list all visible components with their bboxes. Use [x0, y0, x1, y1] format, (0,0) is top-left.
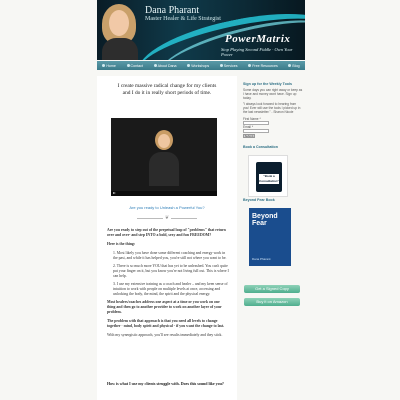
- header-subtitle: Master Healer & Life Strategist: [145, 16, 221, 22]
- nav-item-blog[interactable]: Blog: [288, 64, 300, 68]
- main-content: I create massive radical change for my c…: [97, 76, 237, 400]
- amazon-button[interactable]: Buy it on Amazon: [244, 298, 300, 306]
- first-name-label: First Name *: [243, 117, 261, 121]
- intro-video[interactable]: [111, 118, 217, 196]
- consult-label: "Book a Consultation": [259, 174, 279, 184]
- thing-heading: Here is the thing:: [107, 242, 136, 246]
- blog-icon: [288, 64, 292, 67]
- paragraph: With my synergistic approach, you'll see…: [107, 333, 223, 337]
- book-consultation-banner[interactable]: "Book a Consultation": [248, 155, 288, 197]
- nav-item-workshops[interactable]: Workshops: [187, 64, 209, 68]
- signup-title: Sign up for the Weekly Tools: [243, 82, 292, 86]
- list-item: 1. Most likely you have done some differ…: [113, 251, 227, 260]
- signed-copy-button[interactable]: Get a Signed Copy: [244, 285, 300, 293]
- play-icon[interactable]: [113, 192, 116, 194]
- page-headline: I create massive radical change for my c…: [117, 83, 217, 96]
- nav-item-about[interactable]: About Dana: [153, 64, 177, 68]
- book-cover-title: Beyond Fear: [252, 213, 278, 227]
- video-link[interactable]: Are you ready to Unleash a Powerful You?: [97, 205, 237, 210]
- email-field[interactable]: [243, 129, 269, 133]
- home-icon: [102, 64, 106, 67]
- header-portrait: [100, 2, 138, 60]
- video-presenter: [149, 130, 179, 186]
- nav-item-services[interactable]: Services: [219, 64, 238, 68]
- signup-testimonial: "I always look forward to hearing from y…: [243, 102, 301, 114]
- ornament-divider: ❦: [127, 215, 207, 221]
- list-item: 2. There is so much more YOU that has ye…: [113, 264, 229, 278]
- book-cover-author: Dana Pharant: [252, 257, 271, 261]
- body-text: Are you ready to step out of the perpetu…: [107, 228, 229, 342]
- paragraph: The problem with that approach is that y…: [107, 319, 225, 328]
- book-title: Beyond Fear Book: [243, 198, 275, 202]
- nav-item-home[interactable]: Home: [102, 64, 116, 68]
- nav-item-resources[interactable]: Free Resources: [248, 64, 278, 68]
- services-icon: [219, 64, 223, 67]
- video-controls[interactable]: [111, 191, 217, 196]
- header-name: Dana Pharant: [145, 5, 200, 16]
- list-item: 3. I use my extensive training as a coac…: [113, 282, 228, 296]
- sidebar: Sign up for the Weekly Tools Some days y…: [240, 76, 305, 400]
- workshops-icon: [187, 64, 191, 67]
- resources-icon: [248, 64, 252, 67]
- header-banner: Dana Pharant Master Healer & Life Strate…: [97, 0, 305, 60]
- bottom-question: How is what I use my clients struggle wi…: [107, 381, 224, 386]
- main-nav: Home Contact About Dana Workshops Servic…: [97, 61, 305, 70]
- consult-title: Book a Consultation: [243, 145, 278, 149]
- about-icon: [153, 64, 157, 67]
- benefit-list: 1. Most likely you have done some differ…: [113, 251, 229, 297]
- intro-question: Are you ready to step out of the perpetu…: [107, 228, 226, 237]
- signup-text: Some days you can right away or keep as …: [243, 88, 303, 100]
- book-cover[interactable]: Beyond Fear Dana Pharant: [249, 208, 291, 266]
- contact-icon: [126, 64, 130, 67]
- ornament-icon: ❦: [164, 215, 170, 221]
- paragraph: Most healers/coaches address one aspect …: [107, 300, 222, 314]
- brand-logo[interactable]: PowerMatrix: [225, 33, 290, 45]
- header-tagline: Stop Playing Second Fiddle · Own Your Po…: [221, 47, 293, 57]
- email-label: Email *: [243, 125, 254, 129]
- nav-item-contact[interactable]: Contact: [126, 64, 143, 68]
- submit-button[interactable]: Submit: [243, 134, 255, 138]
